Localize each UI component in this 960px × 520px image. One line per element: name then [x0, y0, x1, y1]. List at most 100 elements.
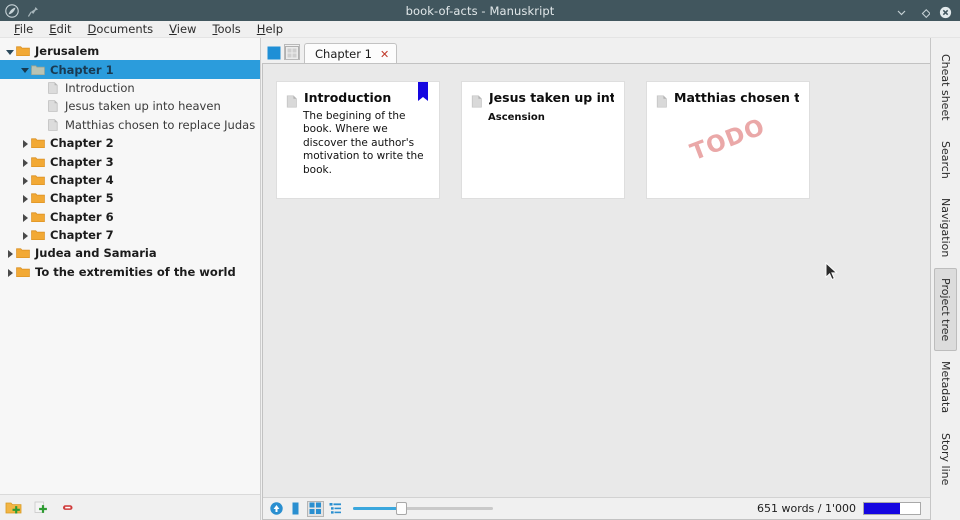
word-count-label: 651 words / 1'000 [757, 502, 856, 515]
tree-item-chapter-5[interactable]: Chapter 5 [0, 189, 260, 207]
tab-chapter-1[interactable]: Chapter 1 ✕ [304, 43, 398, 64]
tree-item-to-the-extremities-of-the-world[interactable]: To the extremities of the world [0, 263, 260, 281]
card-text: The begining of the book. Where we disco… [303, 110, 424, 176]
tree-item-chapter-7[interactable]: Chapter 7 [0, 226, 260, 244]
menu-help[interactable]: Help [249, 21, 291, 38]
split-view-icon[interactable] [284, 44, 300, 60]
menu-view[interactable]: View [161, 21, 204, 38]
zoom-slider[interactable] [353, 501, 493, 516]
chevron-right-icon[interactable] [19, 137, 31, 149]
pin-icon[interactable] [26, 4, 40, 18]
folder-icon [16, 246, 30, 260]
folder-icon [31, 63, 45, 77]
tree-item-label: Jesus taken up into heaven [65, 99, 221, 114]
chevron-right-icon[interactable] [19, 229, 31, 241]
word-goal-progressbar [863, 502, 921, 515]
page-icon[interactable] [288, 501, 303, 516]
card-grid[interactable]: Introduction The begining of the book. Wh… [263, 64, 930, 497]
content-area: Introduction The begining of the book. Wh… [262, 63, 930, 520]
title-bar-left-icons [0, 3, 40, 19]
menu-tools[interactable]: Tools [204, 21, 248, 38]
card-header: Jesus taken up int... [462, 82, 624, 108]
window-controls [895, 4, 960, 19]
right-dock-tabs[interactable]: Cheat sheet Search Navigation Project tree M… [930, 38, 960, 520]
editor-view-icon[interactable] [267, 45, 281, 60]
word-goal-progress-fill [864, 503, 901, 514]
view-mode-icons [267, 44, 300, 63]
tree-item-label: Chapter 3 [50, 154, 114, 169]
chevron-right-icon[interactable] [4, 247, 16, 259]
card-item[interactable]: Matthias chosen t... TODO [646, 81, 810, 199]
dock-tab-project-tree[interactable]: Project tree [934, 267, 957, 351]
menu-file[interactable]: File [6, 21, 41, 38]
tree-item-judea-and-samaria[interactable]: Judea and Samaria [0, 244, 260, 262]
bookmark-icon [418, 82, 428, 104]
tree-item-matthias-chosen-to-replace-judas[interactable]: Matthias chosen to replace Judas [0, 116, 260, 134]
chevron-down-icon[interactable] [19, 64, 31, 76]
tree-item-chapter-2[interactable]: Chapter 2 [0, 134, 260, 152]
card-item[interactable]: Jesus taken up int... Ascension [461, 81, 625, 199]
tree-item-label: Matthias chosen to replace Judas [65, 117, 256, 132]
card-title: Matthias chosen t... [674, 91, 799, 105]
chevron-right-icon[interactable] [4, 266, 16, 278]
document-icon [286, 93, 298, 108]
dock-tab-search[interactable]: Search [934, 131, 957, 189]
tree-item-jesus-taken-up-into-heaven[interactable]: Jesus taken up into heaven [0, 97, 260, 115]
tree-item-label: Chapter 6 [50, 209, 114, 224]
todo-stamp: TODO [686, 113, 770, 167]
maximize-button[interactable] [917, 4, 931, 19]
dock-tab-metadata[interactable]: Metadata [934, 351, 957, 423]
tree-item-label: Judea and Samaria [35, 246, 157, 261]
chevron-right-icon[interactable] [19, 156, 31, 168]
tree-item-label: To the extremities of the world [35, 264, 236, 279]
folder-icon [31, 173, 45, 187]
tab-label: Chapter 1 [315, 47, 372, 61]
folder-icon [16, 44, 30, 58]
manuskript-window: book-of-acts - Manuskript File Edit Docu… [0, 0, 960, 520]
minimize-button[interactable] [895, 4, 908, 17]
zoom-slider-handle[interactable] [396, 502, 408, 515]
minus-icon[interactable] [59, 499, 76, 516]
folder-icon [31, 191, 45, 205]
folder-plus-icon[interactable] [5, 499, 22, 516]
window-title: book-of-acts - Manuskript [405, 3, 555, 18]
zoom-slider-fill [353, 507, 401, 510]
tree-item-chapter-6[interactable]: Chapter 6 [0, 208, 260, 226]
menu-bar: File Edit Documents View Tools Help [0, 21, 960, 38]
card-item[interactable]: Introduction The begining of the book. Wh… [276, 81, 440, 199]
arrow-up-circle-icon[interactable] [269, 501, 284, 516]
tab-close-icon[interactable]: ✕ [380, 49, 389, 60]
chevron-right-icon[interactable] [19, 192, 31, 204]
menu-edit[interactable]: Edit [41, 21, 79, 38]
project-tree[interactable]: Jerusalem Chapter 1 Introduction Jesus take… [0, 38, 260, 494]
menu-documents[interactable]: Documents [80, 21, 162, 38]
dock-tab-label: Project tree [939, 277, 952, 341]
menu-view-rest: iew [176, 21, 197, 36]
chevron-right-icon[interactable] [19, 211, 31, 223]
menu-tools-rest: ools [217, 21, 241, 36]
plus-icon[interactable] [32, 499, 49, 516]
dock-tab-navigation[interactable]: Navigation [934, 188, 957, 267]
tree-item-chapter-1[interactable]: Chapter 1 [0, 60, 260, 79]
close-button[interactable] [939, 4, 952, 19]
tree-item-jerusalem[interactable]: Jerusalem [0, 42, 260, 60]
feather-icon [4, 3, 20, 19]
tree-item-introduction[interactable]: Introduction [0, 79, 260, 97]
tree-item-label: Chapter 1 [50, 62, 114, 77]
tree-item-label: Introduction [65, 80, 135, 95]
tree-item-chapter-4[interactable]: Chapter 4 [0, 171, 260, 189]
chevron-right-icon[interactable] [19, 174, 31, 186]
tree-item-chapter-3[interactable]: Chapter 3 [0, 152, 260, 170]
card-text: Ascension [488, 112, 545, 123]
dock-tab-story-line[interactable]: Story line [934, 423, 957, 495]
chevron-down-icon[interactable] [4, 45, 16, 57]
dock-tab-cheat-sheet[interactable]: Cheat sheet [934, 44, 957, 131]
main-body: Jerusalem Chapter 1 Introduction Jesus take… [0, 38, 960, 520]
list-icon[interactable] [328, 501, 343, 516]
tree-item-label: Chapter 2 [50, 136, 114, 151]
grid-icon[interactable] [307, 500, 324, 517]
tree-item-label: Chapter 5 [50, 191, 114, 206]
folder-icon [31, 155, 45, 169]
